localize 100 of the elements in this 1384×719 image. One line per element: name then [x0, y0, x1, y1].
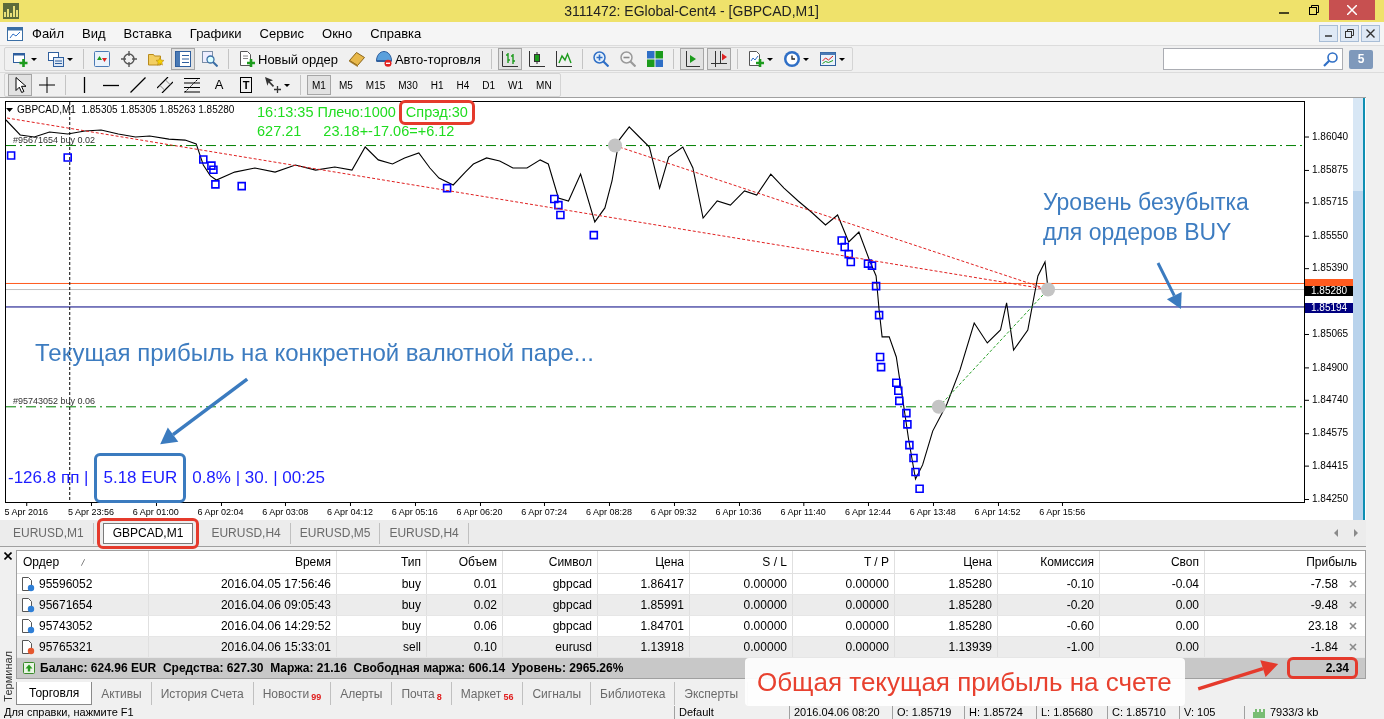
price-axis-label: 1.85390 — [1312, 262, 1349, 275]
table-cell: 2016.04.05 17:56:46 — [220, 577, 331, 591]
time-axis-label: 6 Apr 07:24 — [521, 503, 568, 518]
status-text: C: 1.85710 — [1108, 706, 1180, 719]
window-title: 3111472: EGlobal-Cent4 - [GBPCAD,M1] — [563, 3, 820, 19]
table-cell: 0.00000 — [845, 640, 889, 654]
price-axis-label: 1.84740 — [1312, 393, 1349, 406]
table-cell: 1.85991 — [640, 598, 684, 612]
order-line-label: #95743052 buy 0.06 — [13, 395, 96, 406]
table-cell: 0.00000 — [743, 577, 787, 591]
time-axis-label: 6 Apr 11:40 — [780, 503, 826, 518]
table-cell: 1.13918 — [640, 640, 684, 654]
table-cell: 0.00 — [1175, 619, 1199, 633]
status-text: Для справки, нажмите F1 — [0, 706, 675, 719]
time-axis-label: 6 Apr 10:36 — [715, 503, 762, 518]
price-axis-label: 1.85550 — [1312, 229, 1349, 242]
total-profit: 2.34 — [1325, 661, 1349, 675]
time-axis-label: 6 Apr 15:56 — [1039, 503, 1086, 518]
table-cell: 1.85280 — [948, 598, 992, 612]
table-cell: -9.48 — [1310, 598, 1338, 612]
price-axis-label: 1.85875 — [1312, 164, 1349, 176]
time-axis-label: 6 Apr 04:12 — [327, 503, 373, 518]
table-cell: 0.00000 — [743, 619, 787, 633]
table-cell: -0.10 — [1066, 577, 1094, 591]
table-cell: 1.86417 — [640, 577, 684, 591]
expert-info-text: Спрэд:30 — [405, 104, 468, 121]
chart-symbol-info: GBPCAD,M1 1.85305 1.85305 1.85263 1.85280 — [17, 104, 235, 116]
expert-info-text: 16:13:35 Плечо:1000 — [257, 104, 396, 120]
order-line-label: #95671654 buy 0.02 — [13, 134, 96, 145]
time-axis-label: 6 Apr 09:32 — [650, 503, 697, 518]
status-text: 2016.04.06 08:20 — [790, 706, 893, 719]
position-info-text: 5.18 EUR — [103, 468, 178, 488]
table-cell: 95596052 — [39, 577, 93, 591]
table-cell: gbpcad — [552, 619, 592, 633]
table-cell: 0.01 — [473, 577, 497, 591]
table-cell: 1.13939 — [948, 640, 992, 654]
status-text: Default — [675, 706, 790, 719]
table-cell: 95765321 — [39, 640, 93, 654]
time-axis-label: 6 Apr 05:16 — [391, 503, 438, 518]
annotation-text: Текущая прибыль на конкретной валютной паре... — [35, 338, 594, 368]
table-cell: 23.18 — [1307, 619, 1338, 633]
table-cell: 0.00 — [1175, 598, 1199, 612]
table-cell: 2016.04.06 09:05:43 — [220, 598, 331, 612]
table-cell: 95671654 — [39, 598, 93, 612]
table-cell: gbpcad — [552, 577, 592, 591]
terminal-title: Терминал — [2, 651, 14, 702]
time-axis-label: 5 Apr 23:56 — [68, 503, 114, 518]
time-axis-label: 6 Apr 13:48 — [909, 503, 956, 518]
table-cell: buy — [401, 598, 421, 612]
table-cell: buy — [401, 619, 421, 633]
table-cell: -0.04 — [1171, 577, 1199, 591]
table-cell: -0.60 — [1066, 619, 1094, 633]
table-cell: eurusd — [555, 640, 592, 654]
price-axis-label: 1.84415 — [1312, 459, 1349, 472]
table-cell: 2016.04.06 14:29:52 — [220, 619, 331, 633]
table-cell: 0.00000 — [845, 598, 889, 612]
table-cell: 0.06 — [473, 619, 497, 633]
annotation-text: Уровень безубытка для ордеров BUY — [1043, 188, 1250, 247]
time-axis-label: 6 Apr 02:04 — [197, 503, 244, 518]
status-text: V: 105 — [1180, 706, 1245, 719]
unread-count: 8 — [436, 692, 442, 702]
time-axis-label: 6 Apr 14:52 — [974, 503, 1021, 518]
table-cell: 0.10 — [473, 640, 497, 654]
time-axis-label: 5 Apr 2016 — [4, 503, 48, 518]
table-cell: 95743052 — [39, 619, 93, 633]
table-cell: 0.02 — [473, 598, 497, 612]
expert-info-text: 627.21 — [257, 123, 302, 139]
position-info-text: 0.8% | 30. | 00:25 — [192, 468, 325, 487]
time-axis-label: 6 Apr 06:20 — [456, 503, 503, 518]
price-axis-label: 1.84250 — [1312, 493, 1349, 506]
price-axis-label: 1.85065 — [1312, 328, 1349, 341]
table-cell: 0.00000 — [743, 640, 787, 654]
time-axis-label: 6 Apr 01:00 — [132, 503, 179, 518]
table-cell: 1.84701 — [640, 619, 684, 633]
status-text: O: 1.85719 — [893, 706, 965, 719]
position-info-text: -126.8 пп | — [8, 468, 89, 487]
time-axis-label: 6 Apr 12:44 — [845, 503, 891, 518]
table-cell: -7.58 — [1310, 577, 1338, 591]
price-axis-label: 1.85715 — [1312, 196, 1349, 209]
table-cell: buy — [401, 577, 421, 591]
table-cell: 1.85280 — [948, 577, 992, 591]
expert-info-text: 23.18+-17.06=+6.12 — [323, 123, 455, 139]
price-axis-label: 1.84575 — [1312, 427, 1349, 440]
table-cell: -1.84 — [1310, 640, 1338, 654]
table-cell: 0.00000 — [845, 619, 889, 633]
status-text: 7933/3 kb — [1270, 706, 1319, 719]
status-text: L: 1.85680 — [1037, 706, 1108, 719]
table-cell: -0.20 — [1066, 598, 1094, 612]
table-cell: 1.85280 — [948, 619, 992, 633]
annotation-text: Общая текущая прибыль на счете — [745, 658, 1185, 706]
table-cell: gbpcad — [552, 598, 592, 612]
price-axis-label: 1.86040 — [1312, 130, 1349, 143]
table-cell: 0.00000 — [743, 598, 787, 612]
unread-count: 99 — [311, 692, 322, 702]
table-cell: 0.00000 — [845, 577, 889, 591]
table-cell: 2016.04.06 15:33:01 — [220, 640, 331, 654]
table-cell: sell — [403, 640, 421, 654]
account-summary: Баланс: 624.96 EUR Средства: 627.30 Маржа: 21.16 Свободная маржа: 606.14 Уровень: 2965.26% — [40, 661, 624, 675]
price-label: 1.85194 — [1305, 303, 1353, 313]
unread-count: 56 — [503, 692, 514, 702]
